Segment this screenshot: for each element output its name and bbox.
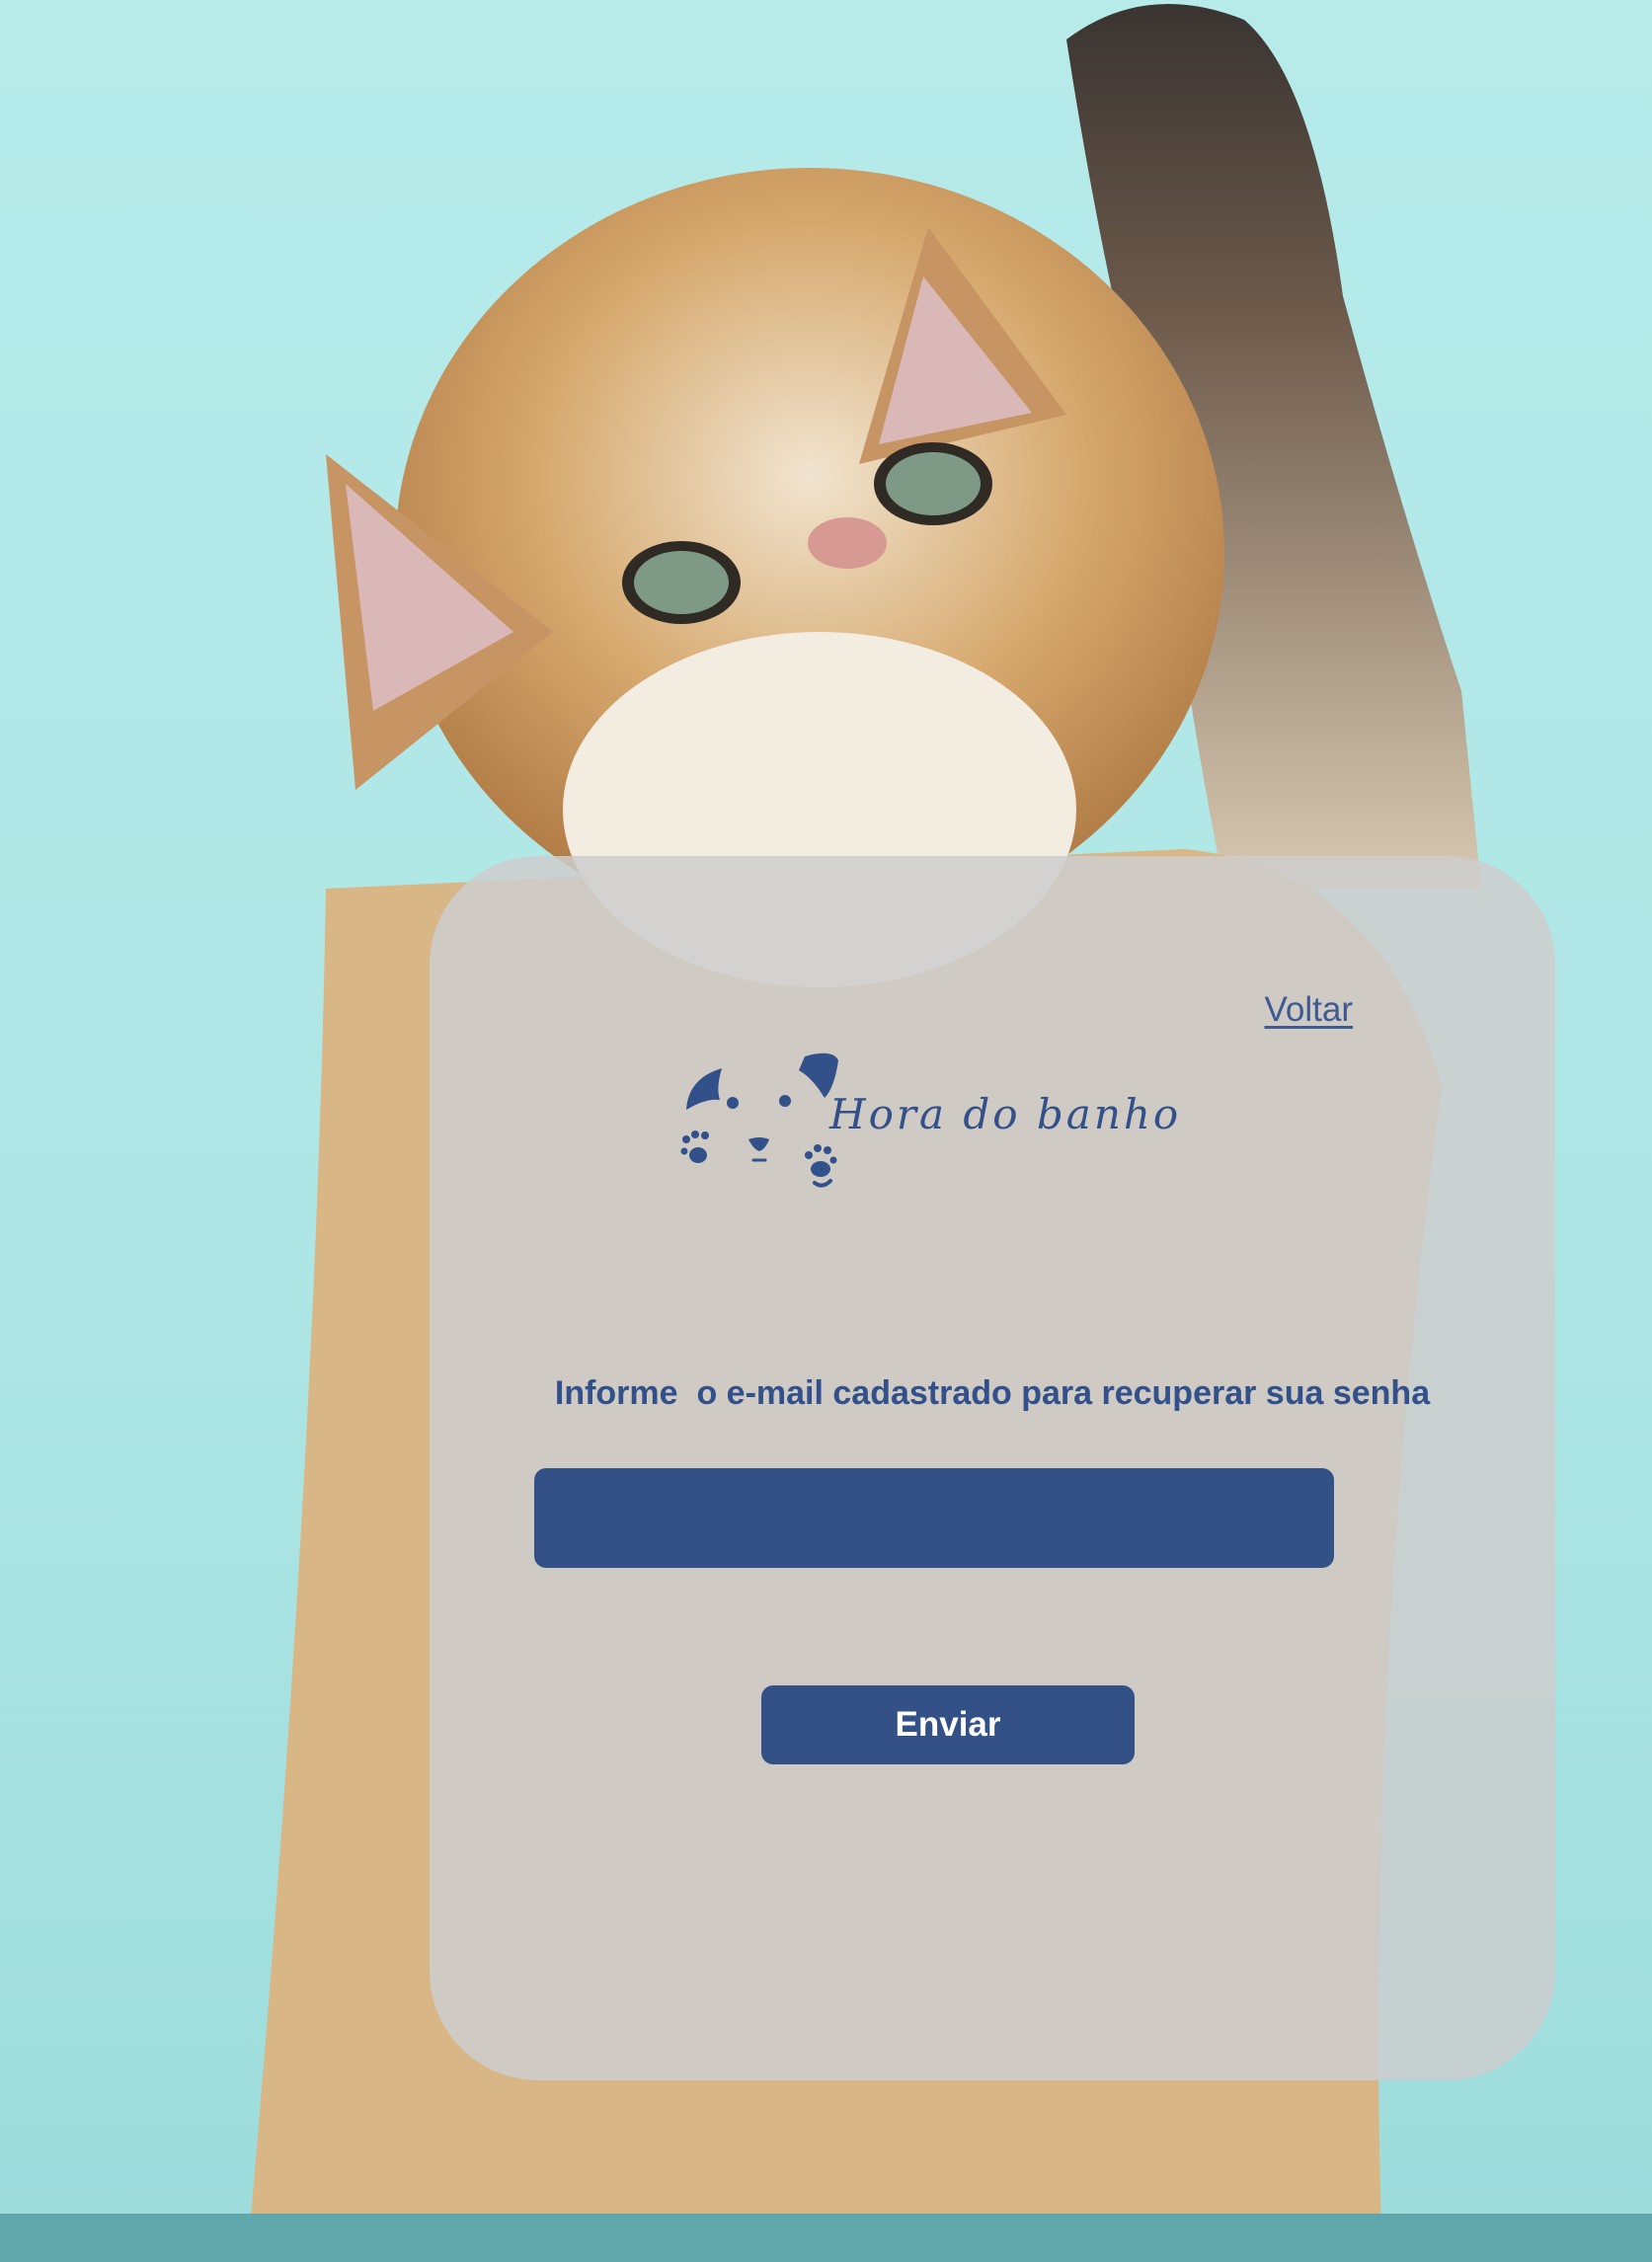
- brand-logo: Hora do banho: [676, 1049, 1178, 1197]
- recovery-instruction: Informe o e-mail cadastrado para recuper…: [554, 1374, 1431, 1412]
- password-recovery-card: Voltar Hora do banho Informe o e-mail ca…: [430, 856, 1555, 2080]
- page: Voltar Hora do banho Informe o e-mail ca…: [0, 0, 1652, 2262]
- floor-strip: [0, 2214, 1652, 2262]
- back-link[interactable]: Voltar: [1265, 990, 1354, 1030]
- brand-name: Hora do banho: [829, 1090, 1182, 1138]
- cat-dog-paws-icon: [680, 1053, 838, 1188]
- submit-button[interactable]: Enviar: [761, 1685, 1135, 1764]
- email-field[interactable]: [534, 1468, 1334, 1568]
